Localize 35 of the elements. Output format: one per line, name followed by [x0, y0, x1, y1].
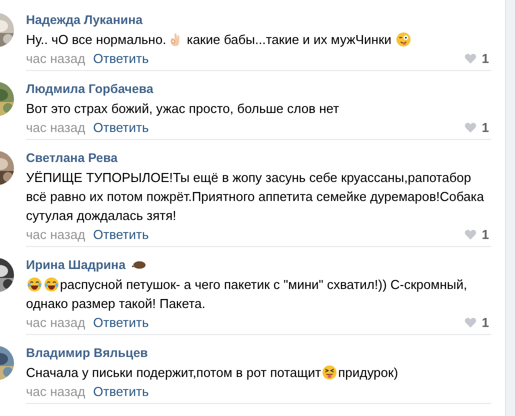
heart-icon[interactable] — [464, 228, 477, 240]
author-link[interactable]: Светлана Рева — [26, 151, 118, 165]
comment-text: какие бабы...такие и их мужЧинки — [186, 31, 392, 49]
comment-text: придурок) — [338, 364, 398, 382]
heart-icon[interactable] — [464, 316, 477, 328]
comment-text: Сначала у письки подержит,потом в рот потащит — [26, 364, 322, 382]
reply-link[interactable]: Ответить — [93, 120, 149, 134]
author-link[interactable]: Владимир Вяльцев — [26, 346, 148, 360]
comment-text: Вот это страх божий, ужас просто, больше слов нет — [26, 100, 340, 118]
tongue-face-icon — [322, 365, 338, 380]
laughing-face-icon — [27, 277, 42, 292]
like-count: 1 — [482, 314, 489, 330]
comment-text: распусной петушок- а чего пакетик с "мини" схватил!)) С-скромный, — [60, 276, 468, 294]
comment-text: УЁПИЩЕ ТУПОРЫЛОЕ!Ты ещё в жопу засунь себе круассаны,рапотабор всё равно их потом пожрёт.Приятного аппетита семейке дуремаров!Собака сутулая дождалась зятя! — [26, 169, 485, 225]
timestamp: час назад — [26, 314, 86, 330]
timestamp: час назад — [26, 50, 86, 66]
author-link[interactable]: Надежда Луканина — [26, 13, 143, 27]
like-count: 1 — [482, 226, 489, 242]
author-link[interactable]: Людмила Горбачева — [26, 82, 154, 96]
reply-link[interactable]: Ответить — [93, 314, 149, 330]
heart-icon[interactable] — [464, 52, 477, 64]
timestamp: час назад — [26, 384, 86, 398]
like-count: 1 — [482, 50, 489, 66]
reply-link[interactable]: Ответить — [93, 226, 149, 242]
winking-face-icon — [396, 32, 412, 47]
timestamp: час назад — [26, 120, 86, 134]
like-count: 1 — [482, 120, 489, 134]
comment-text: Ну.. чО все нормально. — [26, 31, 166, 49]
reply-link[interactable]: Ответить — [93, 50, 149, 66]
timestamp: час назад — [26, 226, 86, 242]
author-link[interactable]: Ирина Шадрина — [26, 258, 126, 272]
heart-icon[interactable] — [464, 122, 477, 132]
laughing-face-icon — [44, 277, 59, 292]
comment-text: однако размер такой! Пакета. — [26, 295, 206, 313]
reply-link[interactable]: Ответить — [93, 384, 149, 398]
